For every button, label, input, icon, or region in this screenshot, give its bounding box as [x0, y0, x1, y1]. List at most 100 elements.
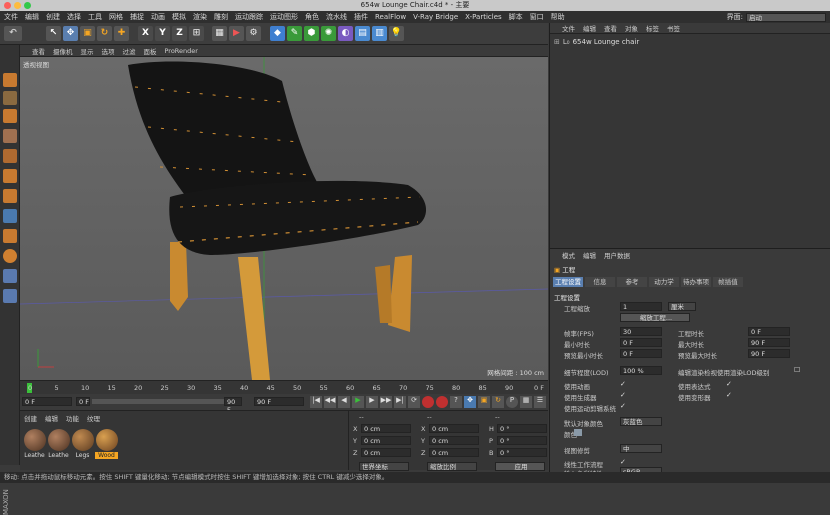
coord-value-field[interactable]: 0 cm — [429, 448, 479, 457]
default-color-dropdown[interactable]: 灰蓝色 — [620, 417, 662, 426]
axis-x-button[interactable]: X — [138, 26, 153, 41]
project-scale-field[interactable]: 1 — [620, 302, 662, 311]
pla-key-icon[interactable]: ▦ — [520, 396, 532, 408]
snap-icon[interactable] — [3, 249, 17, 263]
attribute-tab[interactable]: 参考 — [617, 277, 647, 287]
menu-item[interactable]: 工具 — [88, 12, 102, 22]
move-icon[interactable]: ✥ — [63, 26, 78, 41]
enable-axis-icon[interactable] — [3, 209, 17, 223]
render-settings-icon[interactable]: ⚙ — [246, 26, 261, 41]
use-deformers-checkbox[interactable]: ✓ — [726, 391, 732, 399]
next-key-icon[interactable]: ▶▶ — [380, 396, 392, 408]
preview-max-field[interactable]: 90 F — [748, 349, 790, 358]
viewport[interactable]: 透视视图 网格间距 : 100 cm — [20, 57, 548, 380]
coord-value-field[interactable]: 0 cm — [361, 448, 411, 457]
view-clip-dropdown[interactable]: 中 — [620, 444, 662, 453]
record-icon[interactable] — [422, 396, 434, 408]
menu-item[interactable]: 捕捉 — [130, 12, 144, 22]
move-key-icon[interactable]: ✥ — [464, 396, 476, 408]
coord-value-field[interactable]: 0 cm — [361, 436, 411, 445]
object-menu-item[interactable]: 编辑 — [583, 23, 596, 33]
menu-item[interactable]: 插件 — [354, 12, 368, 22]
timeline[interactable]: 0 F 0 5 10 15 20 25 30 35 40 45 50 55 60 65 70 75 80 85 90 — [20, 380, 548, 394]
cube-icon[interactable]: ◆ — [270, 26, 285, 41]
expand-icon[interactable]: ⊞ — [554, 38, 560, 46]
menu-item[interactable]: 帮助 — [551, 12, 565, 22]
coord-system-dropdown[interactable]: 世界坐标 — [359, 462, 409, 471]
coord-value-field[interactable]: 0 ° — [497, 436, 547, 445]
menu-item[interactable]: 渲染 — [193, 12, 207, 22]
solo-icon[interactable] — [3, 269, 17, 283]
menu-item[interactable]: 文件 — [4, 12, 18, 22]
scale-project-button[interactable]: 缩放工程... — [620, 313, 690, 322]
viewport-menu-item[interactable]: 显示 — [81, 46, 94, 56]
texture-mode-icon[interactable] — [3, 109, 17, 123]
autokey-icon[interactable] — [436, 396, 448, 408]
scale-icon[interactable]: ▣ — [80, 26, 95, 41]
min-time-field[interactable]: 0 F — [620, 338, 662, 347]
use-animation-checkbox[interactable]: ✓ — [620, 380, 626, 388]
viewport-menu-item[interactable]: 查看 — [32, 46, 45, 56]
axis-y-button[interactable]: Y — [155, 26, 170, 41]
light-icon[interactable]: 💡 — [389, 26, 404, 41]
material-menu-item[interactable]: 功能 — [66, 413, 79, 423]
subdivision-icon[interactable]: ⬢ — [304, 26, 319, 41]
object-menu-item[interactable]: 文件 — [562, 23, 575, 33]
loop-icon[interactable]: ⟳ — [408, 396, 420, 408]
render-lod-checkbox[interactable]: ☐ — [794, 366, 800, 374]
attribute-tab[interactable]: 动力学 — [649, 277, 679, 287]
menu-item[interactable]: 编辑 — [25, 12, 39, 22]
coord-value-field[interactable]: 0 cm — [429, 436, 479, 445]
object-menu-item[interactable]: 标签 — [646, 23, 659, 33]
material-menu-item[interactable]: 创建 — [24, 413, 37, 423]
duration-field[interactable]: 0 F — [748, 327, 790, 336]
coord-value-field[interactable]: 0 ° — [497, 448, 547, 457]
material-menu-item[interactable]: 纹理 — [87, 413, 100, 423]
layout-dropdown[interactable]: 启动 — [746, 12, 826, 22]
viewport-menu-item[interactable]: 过滤 — [123, 46, 136, 56]
menu-item[interactable]: 创建 — [46, 12, 60, 22]
end-frame-field[interactable]: 90 F — [254, 397, 304, 406]
points-mode-icon[interactable] — [3, 149, 17, 163]
menu-item[interactable]: 脚本 — [509, 12, 523, 22]
lock-workplane-icon[interactable] — [3, 289, 17, 303]
linear-workflow-checkbox[interactable]: ✓ — [620, 458, 626, 466]
attribute-tab[interactable]: 信息 — [585, 277, 615, 287]
object-menu-item[interactable]: 对象 — [625, 23, 638, 33]
material-wood[interactable] — [96, 429, 118, 451]
fps-field[interactable]: 30 — [620, 327, 662, 336]
go-to-start-icon[interactable]: |◀ — [310, 396, 322, 408]
menu-item[interactable]: 运动图形 — [270, 12, 298, 22]
attribute-tab[interactable]: 帧插值 — [713, 277, 743, 287]
object-row[interactable]: ⊞ L₀ 654w Lounge chair — [554, 38, 639, 46]
current-frame-field[interactable]: 0 F — [76, 397, 90, 406]
material-leather-1[interactable] — [24, 429, 46, 451]
viewport-menu-item[interactable]: 选项 — [102, 46, 115, 56]
menu-item[interactable]: 雕刻 — [214, 12, 228, 22]
attribute-tab[interactable]: 待办事项 — [681, 277, 711, 287]
keyframe-selection-icon[interactable]: ? — [450, 396, 462, 408]
next-frame-icon[interactable]: ▶ — [366, 396, 378, 408]
color-swatch[interactable] — [574, 429, 582, 436]
use-expressions-checkbox[interactable]: ✓ — [726, 380, 732, 388]
menu-item[interactable]: V-Ray Bridge — [413, 13, 458, 21]
pen-icon[interactable]: ✎ — [287, 26, 302, 41]
close-icon[interactable] — [4, 2, 11, 9]
material-menu-item[interactable]: 编辑 — [45, 413, 58, 423]
param-key-icon[interactable]: P — [506, 396, 518, 408]
preview-range-bar[interactable] — [92, 399, 242, 404]
coord-value-field[interactable]: 0 cm — [429, 424, 479, 433]
environment-icon[interactable]: ▤ — [355, 26, 370, 41]
attribute-menu-item[interactable]: 用户数据 — [604, 250, 630, 260]
render-view-icon[interactable]: ▦ — [212, 26, 227, 41]
viewport-menu-item[interactable]: 摄像机 — [53, 46, 73, 56]
timeline-window-icon[interactable]: ☰ — [534, 396, 546, 408]
material-legs[interactable] — [72, 429, 94, 451]
add-icon[interactable]: ✚ — [114, 26, 129, 41]
apply-button[interactable]: 应用 — [495, 462, 545, 471]
viewport-menu-item[interactable]: 面板 — [144, 46, 157, 56]
prev-frame-icon[interactable]: ◀ — [338, 396, 350, 408]
layout-selector[interactable]: 界面: 启动 — [727, 12, 826, 22]
array-icon[interactable]: ✺ — [321, 26, 336, 41]
prev-key-icon[interactable]: ◀◀ — [324, 396, 336, 408]
